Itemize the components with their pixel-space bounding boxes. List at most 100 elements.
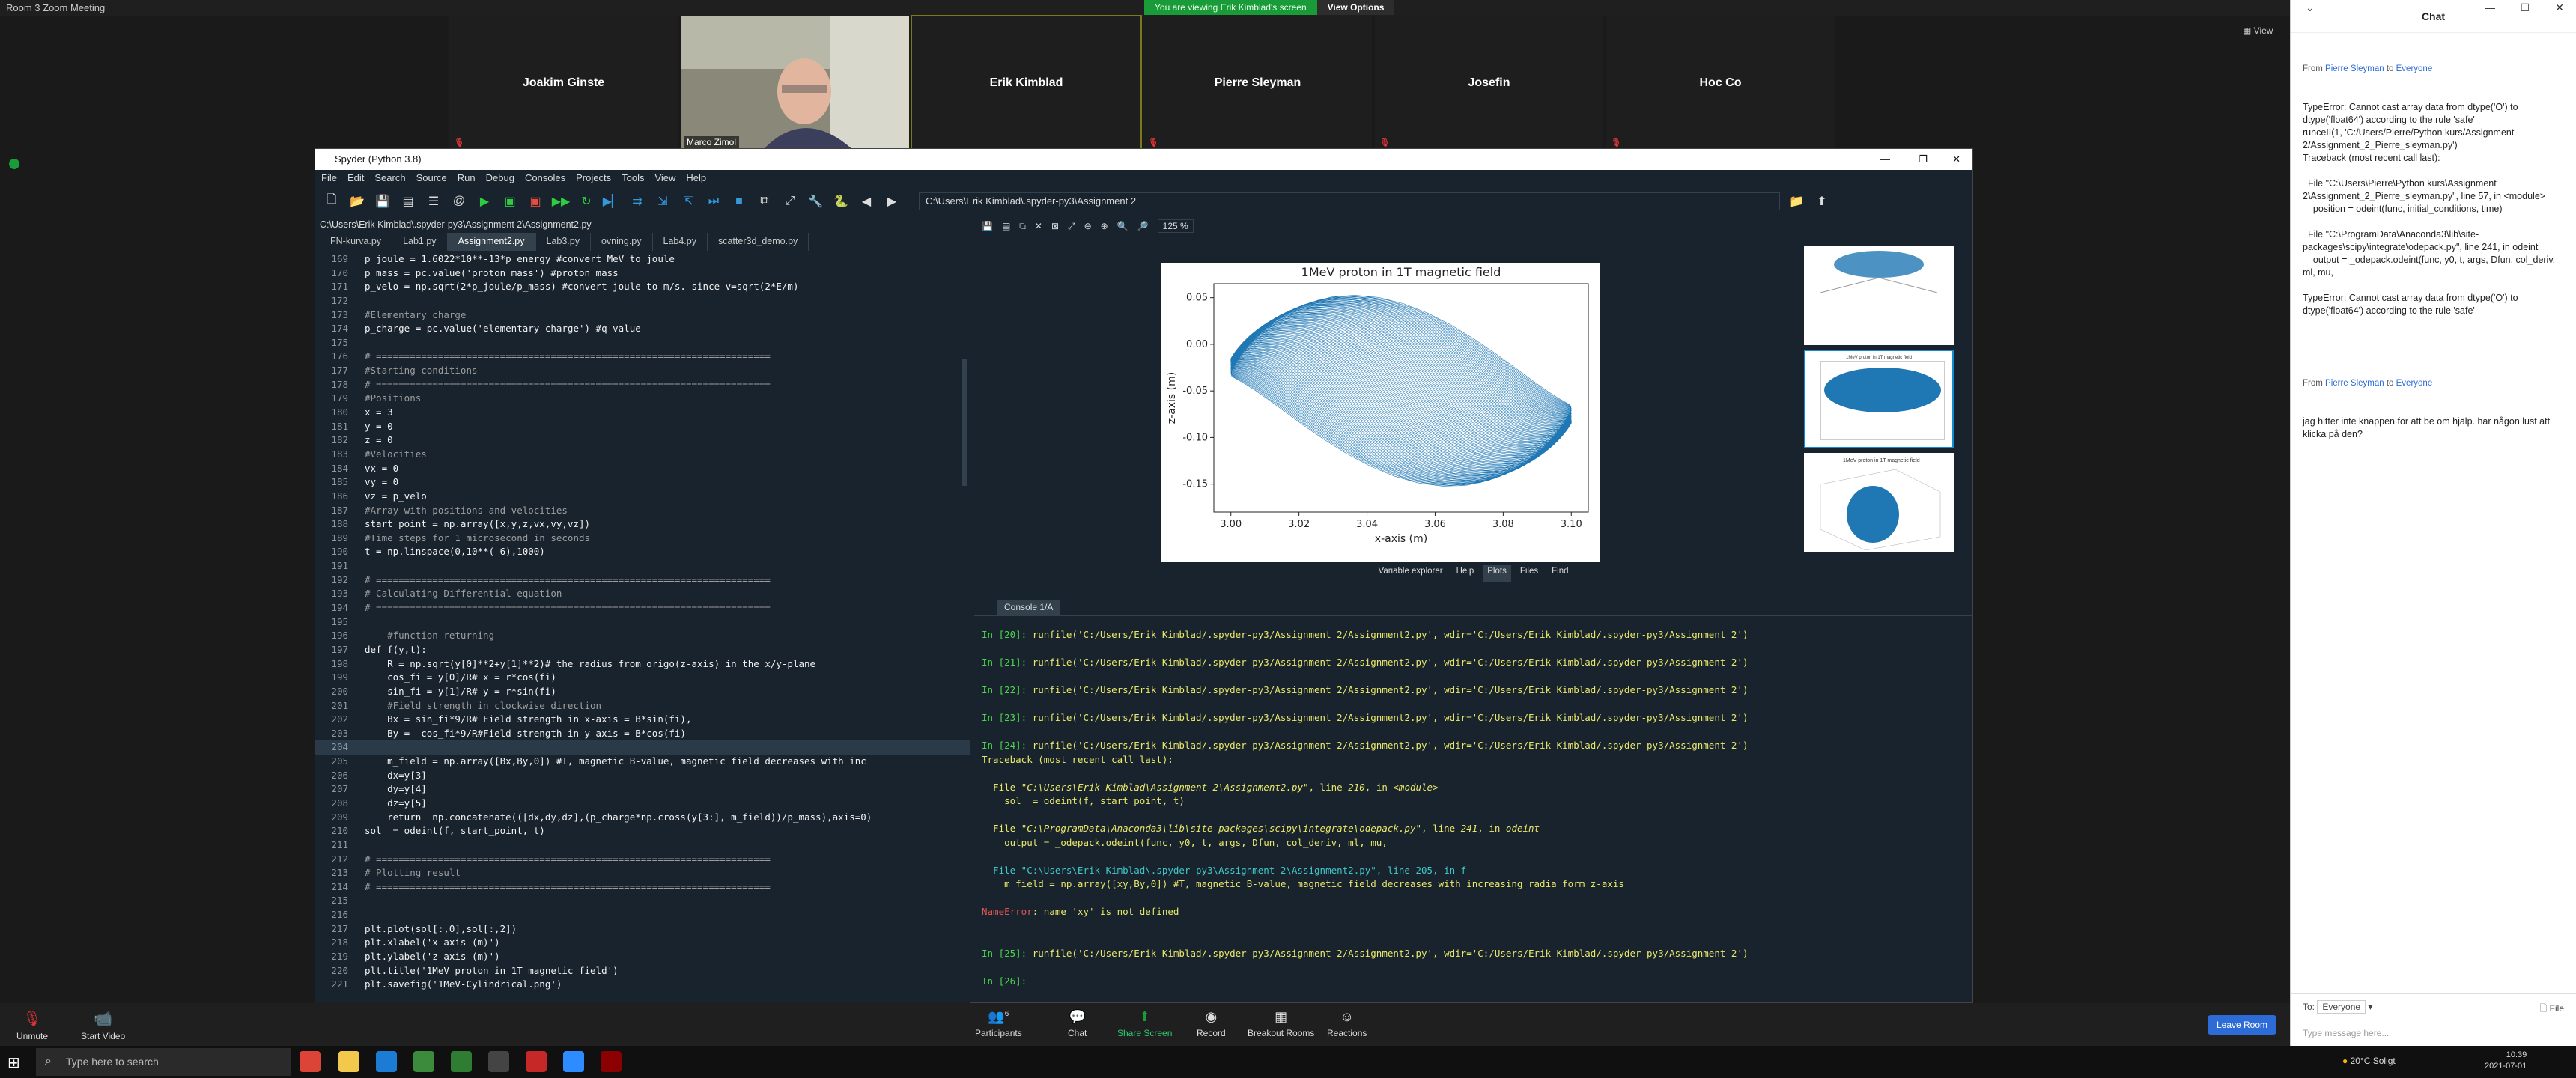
chat-popout-icon[interactable]: ⌄ bbox=[2306, 1, 2315, 14]
taskbar-search-box[interactable]: Type here to search bbox=[36, 1048, 291, 1076]
code-editor[interactable]: 169 p_joule = 1.6022*10**-13*p_energy #co… bbox=[315, 252, 970, 1004]
save-icon[interactable]: 💾 bbox=[374, 192, 392, 210]
view-options-button[interactable]: View Options bbox=[1316, 0, 1395, 15]
minimize-icon[interactable]: — bbox=[2485, 1, 2495, 13]
save-plot-icon[interactable]: 💾 bbox=[982, 221, 993, 231]
windows-start-icon[interactable]: ⊞ bbox=[7, 1053, 20, 1072]
code-line[interactable]: 220 plt.title('1MeV proton in 1T magnetic… bbox=[315, 964, 970, 978]
plot-thumbnail[interactable]: 1MeV proton in 1T magnetic field bbox=[1804, 453, 1954, 552]
participant-tile-active[interactable]: Erik Kimblad bbox=[911, 15, 1142, 151]
code-line[interactable]: 169 p_joule = 1.6022*10**-13*p_energy #co… bbox=[315, 252, 970, 267]
code-line[interactable]: 199 cos_fi = y[0]/R# x = r*cos(fi) bbox=[315, 671, 970, 685]
stop-debug-icon[interactable]: ■ bbox=[730, 192, 748, 210]
code-line[interactable]: 170 p_mass = pc.value('proton mass') #pro… bbox=[315, 267, 970, 281]
open-file-icon[interactable]: 📂 bbox=[348, 192, 366, 210]
menu-projects[interactable]: Projects bbox=[576, 170, 611, 186]
menu-help[interactable]: Help bbox=[686, 170, 706, 186]
browse-folder-icon[interactable]: 📁 bbox=[1787, 192, 1805, 210]
editor-scrollbar[interactable] bbox=[962, 359, 967, 486]
fit-plot-icon[interactable]: ⤢ bbox=[1068, 221, 1075, 232]
code-line[interactable]: 171 p_velo = np.sqrt(2*p_joule/p_mass) #c… bbox=[315, 280, 970, 294]
participant-tile[interactable]: Hoc Co 🎙 bbox=[1606, 16, 1835, 150]
menu-run[interactable]: Run bbox=[458, 170, 476, 186]
code-line[interactable]: 210 sol = odeint(f, start_point, t) bbox=[315, 824, 970, 838]
code-line[interactable]: 190 t = np.linspace(0,10**(-6),1000) bbox=[315, 545, 970, 559]
share-screen-button[interactable]: ⬆ Share Screen bbox=[1117, 1009, 1172, 1038]
rerun-icon[interactable]: ↻ bbox=[577, 192, 595, 210]
zoom-in-icon[interactable]: 🔍 bbox=[1117, 221, 1128, 231]
spyder-app-icon[interactable] bbox=[601, 1051, 622, 1072]
plot-thumbnail-selected[interactable]: 1MeV proton in 1T magnetic field bbox=[1804, 350, 1954, 448]
participant-tile-video[interactable]: Marco Zimol bbox=[681, 16, 909, 150]
back-icon[interactable]: ◀ bbox=[857, 192, 875, 210]
code-line[interactable]: 213 # Plotting result bbox=[315, 866, 970, 880]
at-icon[interactable]: @ bbox=[450, 192, 468, 210]
code-line[interactable]: 218 plt.xlabel('x-axis (m)') bbox=[315, 936, 970, 950]
close-icon[interactable]: ✕ bbox=[1952, 149, 1960, 170]
run-cell-advance-icon[interactable]: ▣ bbox=[526, 192, 544, 210]
app-icon-green[interactable] bbox=[413, 1051, 434, 1072]
zoom-out-icon[interactable]: 🔎 bbox=[1137, 221, 1149, 231]
code-line[interactable]: 188 start_point = np.array([x,y,z,vx,vy,v… bbox=[315, 517, 970, 532]
step-icon[interactable]: ⇉ bbox=[628, 192, 646, 210]
maximize-icon[interactable]: ❐ bbox=[1919, 149, 1928, 170]
code-line[interactable]: 187 #Array with positions and velocities bbox=[315, 504, 970, 518]
copy-plot-icon[interactable]: ⧉ bbox=[1019, 221, 1026, 232]
breakout-rooms-button[interactable]: ▦ Breakout Rooms bbox=[1248, 1009, 1314, 1038]
view-button[interactable]: ▦ View bbox=[2243, 25, 2273, 36]
code-line[interactable]: 219 plt.ylabel('z-axis (m)') bbox=[315, 950, 970, 964]
maximize-icon[interactable]: ☐ bbox=[2520, 1, 2530, 14]
code-line[interactable]: 221 plt.savefig('1MeV-Cylindrical.png') bbox=[315, 978, 970, 992]
debug-icon[interactable]: ▶▏ bbox=[603, 192, 622, 210]
console-output[interactable]: In [20]: runfile('C:/Users/Erik Kimblad/… bbox=[974, 621, 1972, 1002]
tab-files[interactable]: Files bbox=[1516, 565, 1543, 582]
editor-tab[interactable]: ovning.py bbox=[591, 233, 653, 251]
tab-plots[interactable]: Plots bbox=[1483, 565, 1511, 582]
code-line[interactable]: 198 R = np.sqrt(y[0]**2+y[1]**2)# the ra… bbox=[315, 657, 970, 672]
previous-plot-icon[interactable]: ⊖ bbox=[1084, 221, 1092, 231]
code-line[interactable]: 216 bbox=[315, 908, 970, 922]
remove-all-plots-icon[interactable]: ⊠ bbox=[1051, 221, 1059, 231]
list-icon[interactable]: ☰ bbox=[425, 192, 443, 210]
save-all-plots-icon[interactable]: ▤ bbox=[1002, 221, 1010, 231]
code-line[interactable]: 217 plt.plot(sol[:,0],sol[:,2]) bbox=[315, 922, 970, 937]
chrome-icon[interactable] bbox=[300, 1051, 321, 1072]
code-line[interactable]: 178 # ===================================… bbox=[315, 378, 970, 392]
fullscreen-icon[interactable]: ⤢ bbox=[781, 192, 799, 210]
chat-message-input[interactable]: Type message here... bbox=[2303, 1028, 2564, 1038]
code-line[interactable]: 214 # ===================================… bbox=[315, 880, 970, 895]
code-line[interactable]: 192 # ===================================… bbox=[315, 573, 970, 588]
code-line[interactable]: 200 sin_fi = y[1]/R# y = r*sin(fi) bbox=[315, 685, 970, 699]
participant-tile[interactable]: Pierre Sleyman 🎙 bbox=[1143, 16, 1372, 150]
code-line[interactable]: 181 y = 0 bbox=[315, 420, 970, 434]
tab-help[interactable]: Help bbox=[1452, 565, 1479, 582]
code-line[interactable]: 191 bbox=[315, 559, 970, 573]
code-line[interactable]: 205 m_field = np.array([Bx,By,0]) #T, ma… bbox=[315, 755, 970, 769]
preferences-icon[interactable]: 🔧 bbox=[806, 192, 824, 210]
next-plot-icon[interactable]: ⊕ bbox=[1101, 221, 1108, 231]
code-line[interactable]: 207 dy=y[4] bbox=[315, 782, 970, 797]
participant-tile[interactable]: Joakim Ginste 🎙 bbox=[449, 16, 678, 150]
weather-widget[interactable]: ● 20°C Soligt bbox=[2342, 1056, 2396, 1066]
close-icon[interactable]: ✕ bbox=[2555, 1, 2564, 14]
code-line[interactable]: 185 vy = 0 bbox=[315, 475, 970, 490]
code-line[interactable]: 212 # ===================================… bbox=[315, 853, 970, 867]
unmute-button[interactable]: 🎙 Unmute bbox=[16, 1009, 48, 1041]
minimize-icon[interactable]: — bbox=[1880, 149, 1890, 170]
console-tab[interactable]: Console 1/A bbox=[974, 598, 1972, 616]
menu-edit[interactable]: Edit bbox=[347, 170, 364, 186]
code-line[interactable]: 203 By = -cos_fi*9/R#Field strength in y… bbox=[315, 727, 970, 741]
editor-tab[interactable]: scatter3d_demo.py bbox=[708, 233, 809, 251]
run-cell-icon[interactable]: ▣ bbox=[501, 192, 519, 210]
code-line[interactable]: 175 bbox=[315, 336, 970, 350]
plot-thumbnail[interactable] bbox=[1804, 246, 1954, 345]
zoom-app-icon[interactable] bbox=[563, 1051, 584, 1072]
editor-tab[interactable]: FN-kurva.py bbox=[320, 233, 393, 251]
editor-tab[interactable]: Lab3.py bbox=[536, 233, 591, 251]
participant-tile[interactable]: Josefin 🎙 bbox=[1375, 16, 1603, 150]
code-line[interactable]: 211 bbox=[315, 838, 970, 853]
code-line[interactable]: 208 dz=y[5] bbox=[315, 797, 970, 811]
code-line[interactable]: 201 #Field strength in clockwise directi… bbox=[315, 699, 970, 713]
code-line[interactable]: 204 bbox=[315, 740, 970, 755]
code-line[interactable]: 183 #Velocities bbox=[315, 448, 970, 462]
